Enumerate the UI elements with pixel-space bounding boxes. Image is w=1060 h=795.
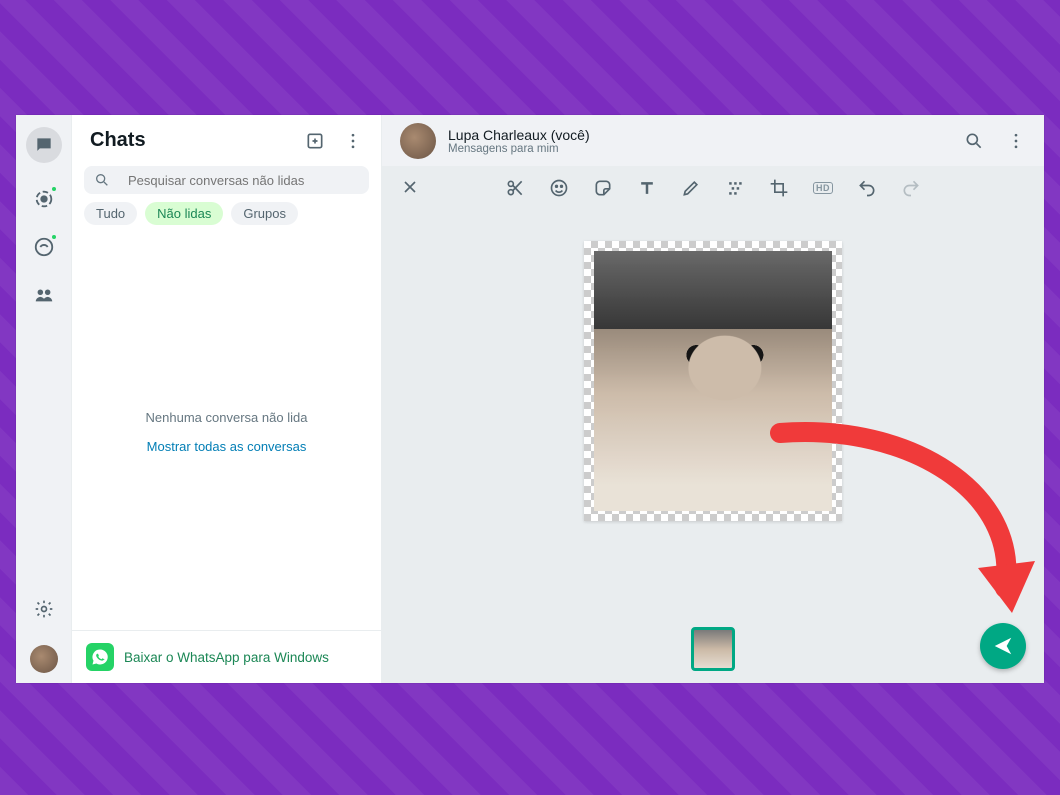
- crop-icon[interactable]: [768, 177, 790, 199]
- filter-unread[interactable]: Não lidas: [145, 202, 223, 225]
- redo-icon[interactable]: [900, 177, 922, 199]
- filter-groups[interactable]: Grupos: [231, 202, 298, 225]
- media-editor: HD: [382, 167, 1044, 683]
- nav-chats-icon[interactable]: [26, 127, 62, 163]
- pen-icon[interactable]: [680, 177, 702, 199]
- nav-rail: [16, 115, 72, 683]
- download-text: Baixar o WhatsApp para Windows: [124, 650, 329, 665]
- whatsapp-web-window: Chats Tudo Não lidas Grupos Nenhuma conv…: [16, 115, 1044, 683]
- chat-contact-name: Lupa Charleaux (você): [448, 127, 590, 143]
- image-preview-frame[interactable]: [584, 241, 842, 521]
- main-panel: Lupa Charleaux (você) Mensagens para mim: [382, 115, 1044, 683]
- whatsapp-logo-icon: [86, 643, 114, 671]
- editor-canvas: [382, 207, 1044, 683]
- thumbnail-selected[interactable]: [691, 627, 735, 671]
- nav-channels-icon[interactable]: [32, 235, 56, 259]
- blur-icon[interactable]: [724, 177, 746, 199]
- empty-state: Nenhuma conversa não lida Mostrar todas …: [72, 233, 381, 630]
- thumbnail-strip: [691, 627, 735, 671]
- image-preview: [594, 251, 832, 511]
- show-all-link[interactable]: Mostrar todas as conversas: [147, 439, 307, 454]
- filter-all[interactable]: Tudo: [84, 202, 137, 225]
- nav-settings-icon[interactable]: [32, 597, 56, 621]
- filter-chips: Tudo Não lidas Grupos: [72, 202, 381, 233]
- text-tool-icon[interactable]: [636, 177, 658, 199]
- search-input[interactable]: [128, 173, 359, 188]
- chat-avatar[interactable]: [400, 123, 436, 159]
- chat-header: Lupa Charleaux (você) Mensagens para mim: [382, 115, 1044, 167]
- search-icon: [94, 172, 110, 188]
- chat-search-icon[interactable]: [964, 131, 984, 151]
- close-icon[interactable]: [400, 177, 420, 197]
- sidebar-title: Chats: [90, 129, 146, 152]
- hd-icon[interactable]: HD: [812, 177, 834, 199]
- sidebar-menu-icon[interactable]: [343, 131, 363, 151]
- empty-text: Nenhuma conversa não lida: [146, 410, 308, 425]
- status-dot-icon: [50, 185, 58, 193]
- sticker-icon[interactable]: [592, 177, 614, 199]
- chats-sidebar: Chats Tudo Não lidas Grupos Nenhuma conv…: [72, 115, 382, 683]
- emoji-icon[interactable]: [548, 177, 570, 199]
- chat-menu-icon[interactable]: [1006, 131, 1026, 151]
- download-desktop-bar[interactable]: Baixar o WhatsApp para Windows: [72, 630, 381, 683]
- new-chat-icon[interactable]: [305, 131, 325, 151]
- scissors-icon[interactable]: [504, 177, 526, 199]
- chat-contact-sub: Mensagens para mim: [448, 143, 590, 155]
- undo-icon[interactable]: [856, 177, 878, 199]
- sidebar-header: Chats: [72, 115, 381, 162]
- chat-title-block[interactable]: Lupa Charleaux (você) Mensagens para mim: [448, 127, 590, 155]
- nav-status-icon[interactable]: [32, 187, 56, 211]
- editor-toolbar: HD: [504, 177, 922, 199]
- nav-communities-icon[interactable]: [32, 283, 56, 307]
- channels-dot-icon: [50, 233, 58, 241]
- search-box[interactable]: [84, 166, 369, 194]
- send-button[interactable]: [980, 623, 1026, 669]
- profile-avatar[interactable]: [30, 645, 58, 673]
